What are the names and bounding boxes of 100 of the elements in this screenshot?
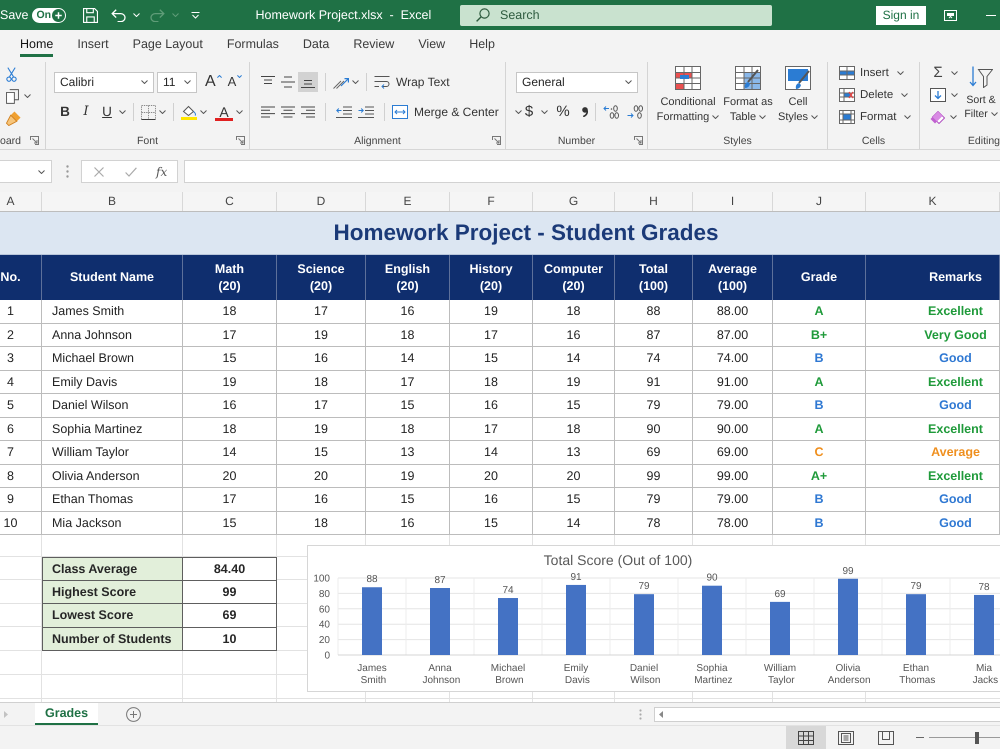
eraser-icon[interactable] bbox=[930, 110, 945, 124]
column-header[interactable]: G bbox=[533, 192, 615, 211]
orientation-icon[interactable] bbox=[333, 75, 349, 89]
format-cells-button[interactable]: Format bbox=[839, 110, 912, 124]
caret-icon[interactable] bbox=[896, 71, 904, 75]
add-sheet-icon[interactable] bbox=[126, 706, 142, 722]
dialog-launcher-icon[interactable] bbox=[236, 136, 245, 145]
align-left-icon[interactable] bbox=[261, 106, 275, 118]
decrease-font-size-button[interactable]: A bbox=[228, 73, 242, 91]
ribbon-tab[interactable]: Review bbox=[353, 30, 394, 57]
autosave-toggle[interactable]: On bbox=[32, 8, 66, 22]
caret-icon[interactable] bbox=[159, 110, 166, 114]
decrease-indent-icon[interactable] bbox=[336, 106, 352, 118]
caret-icon[interactable] bbox=[514, 110, 522, 114]
formula-input[interactable] bbox=[184, 160, 1000, 183]
font-color-button[interactable]: A bbox=[215, 104, 233, 120]
caret-icon[interactable] bbox=[119, 110, 126, 114]
caret-icon[interactable] bbox=[24, 94, 31, 98]
insert-function-button[interactable]: fx bbox=[156, 164, 168, 178]
column-header[interactable]: E bbox=[366, 192, 450, 211]
caret-icon[interactable] bbox=[200, 110, 207, 114]
search-bar[interactable]: Search bbox=[460, 4, 772, 26]
font-name-dropdown[interactable]: Calibri bbox=[54, 72, 154, 92]
caret-icon[interactable] bbox=[904, 115, 912, 119]
format-as-table-button[interactable]: Format as Table bbox=[720, 66, 776, 125]
borders-icon[interactable] bbox=[141, 104, 156, 120]
align-center-icon[interactable] bbox=[281, 106, 295, 118]
caret-icon[interactable] bbox=[990, 112, 998, 116]
column-header[interactable]: B bbox=[42, 192, 183, 211]
align-right-icon[interactable] bbox=[301, 106, 315, 118]
grip-icon[interactable] bbox=[66, 165, 69, 178]
caret-icon[interactable] bbox=[184, 80, 191, 84]
underline-button[interactable]: U bbox=[98, 102, 116, 122]
column-header[interactable]: J bbox=[773, 192, 866, 211]
italic-button[interactable]: I bbox=[77, 102, 95, 122]
column-header[interactable]: D bbox=[277, 192, 366, 211]
caret-icon[interactable] bbox=[811, 115, 818, 120]
save-icon[interactable] bbox=[82, 8, 98, 22]
insert-cells-button[interactable]: Insert bbox=[839, 66, 904, 80]
caret-icon[interactable] bbox=[141, 80, 148, 84]
column-header[interactable]: F bbox=[450, 192, 533, 211]
normal-view-button[interactable] bbox=[786, 726, 826, 749]
delete-cells-button[interactable]: Delete bbox=[839, 88, 908, 102]
dialog-launcher-icon[interactable] bbox=[30, 136, 39, 145]
column-header[interactable]: I bbox=[693, 192, 773, 211]
caret-icon[interactable] bbox=[951, 93, 958, 97]
customize-icon[interactable] bbox=[190, 12, 200, 18]
caret-icon[interactable] bbox=[236, 110, 243, 114]
caret-icon[interactable] bbox=[352, 80, 359, 84]
cell-styles-button[interactable]: Cell Styles bbox=[776, 66, 820, 125]
bold-button[interactable]: B bbox=[56, 102, 74, 122]
caret-icon[interactable] bbox=[712, 115, 720, 120]
sort-filter-button[interactable]: Sort & Filter bbox=[962, 63, 1000, 132]
undo-icon[interactable] bbox=[110, 8, 126, 22]
wrap-text-button[interactable]: Wrap Text bbox=[374, 75, 450, 89]
caret-icon[interactable] bbox=[901, 93, 908, 97]
align-bottom-button[interactable] bbox=[298, 72, 318, 92]
ribbon-tab[interactable]: Help bbox=[469, 30, 495, 57]
ribbon-tab[interactable]: Page Layout bbox=[132, 30, 203, 57]
increase-indent-icon[interactable] bbox=[358, 106, 374, 118]
scissors-icon[interactable] bbox=[6, 66, 17, 82]
percent-button[interactable]: % bbox=[554, 102, 572, 122]
caret-icon[interactable] bbox=[625, 80, 632, 84]
conditional-formatting-button[interactable]: Conditional Formatting bbox=[656, 66, 720, 125]
sign-in-button[interactable]: Sign in bbox=[876, 6, 926, 24]
ribbon-tab[interactable]: View bbox=[418, 30, 446, 57]
grip-icon[interactable] bbox=[639, 708, 642, 720]
increase-font-size-button[interactable]: A bbox=[205, 73, 222, 91]
dialog-launcher-icon[interactable] bbox=[634, 136, 643, 145]
sheet-tab[interactable]: Grades bbox=[35, 703, 98, 725]
caret-icon[interactable] bbox=[541, 110, 548, 114]
currency-button[interactable]: $ bbox=[520, 102, 538, 122]
caret-icon[interactable] bbox=[951, 71, 958, 75]
fill-down-icon[interactable] bbox=[930, 88, 946, 102]
autosum-button[interactable]: Σ bbox=[930, 64, 946, 82]
ribbon-tab[interactable]: Insert bbox=[77, 30, 109, 57]
number-format-dropdown[interactable]: General bbox=[516, 72, 638, 92]
dialog-launcher-icon[interactable] bbox=[492, 136, 501, 145]
caret-icon[interactable] bbox=[759, 115, 766, 120]
ribbon-tab[interactable]: Data bbox=[302, 30, 330, 57]
caret-icon[interactable] bbox=[950, 115, 957, 119]
minimize-icon[interactable] bbox=[986, 14, 996, 16]
ribbon-tab[interactable]: Home bbox=[20, 30, 54, 57]
column-header[interactable]: K bbox=[866, 192, 1000, 211]
comma-style-icon[interactable] bbox=[582, 107, 588, 117]
column-header[interactable]: H bbox=[615, 192, 693, 211]
horizontal-scrollbar[interactable] bbox=[654, 706, 1000, 722]
font-size-dropdown[interactable]: 11 bbox=[157, 72, 197, 92]
caret-icon[interactable] bbox=[38, 170, 45, 174]
copy-icon[interactable] bbox=[6, 88, 19, 104]
ribbon-tab[interactable]: Formulas bbox=[226, 30, 279, 57]
merge-center-button[interactable]: Merge & Center bbox=[392, 105, 522, 119]
brush-icon[interactable] bbox=[6, 110, 21, 126]
increase-decimal-icon[interactable] bbox=[603, 105, 619, 119]
fill-color-icon[interactable] bbox=[181, 104, 197, 120]
scroll-left-icon[interactable] bbox=[659, 710, 664, 718]
search-field[interactable]: Search bbox=[500, 6, 750, 24]
column-header[interactable]: C bbox=[183, 192, 277, 211]
ribbon-display-icon[interactable] bbox=[944, 10, 957, 20]
zoom-slider-thumb[interactable] bbox=[975, 732, 980, 744]
